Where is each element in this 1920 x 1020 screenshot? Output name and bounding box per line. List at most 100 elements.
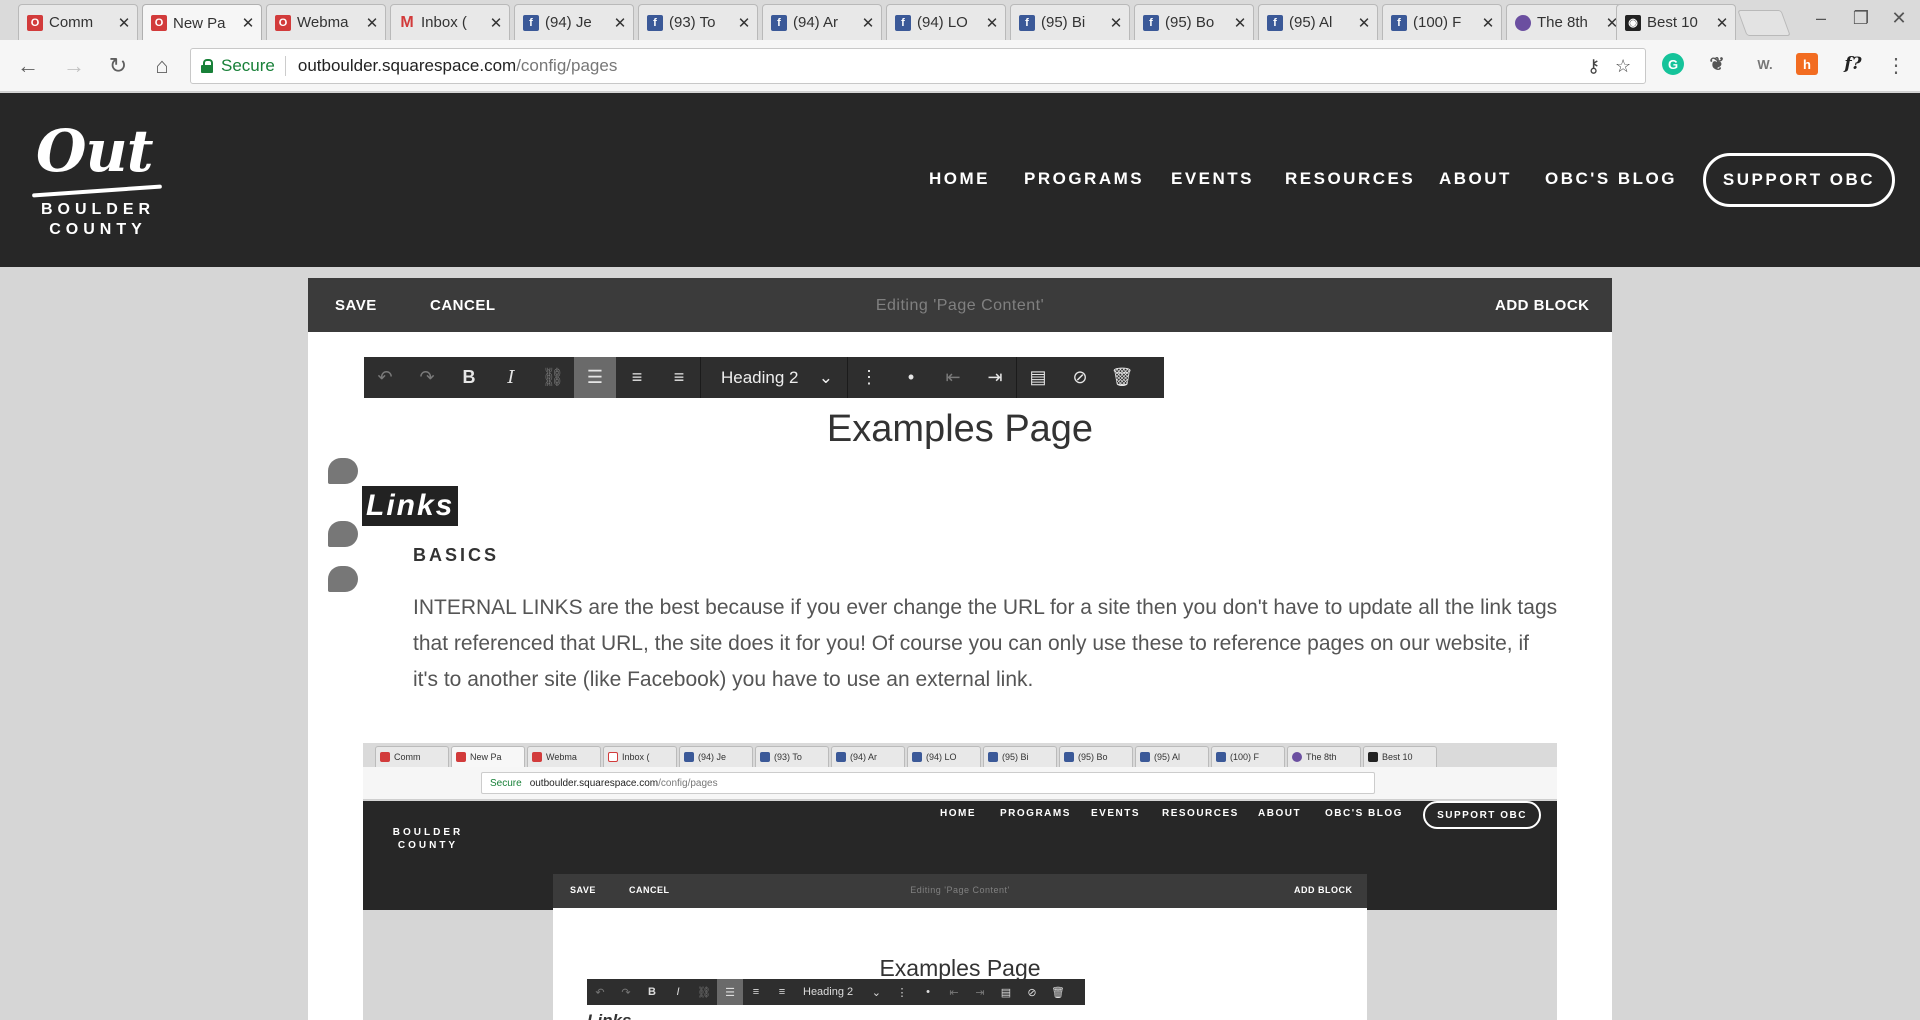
evernote-icon[interactable]: ❦ — [1706, 53, 1728, 75]
bold-icon[interactable]: B — [448, 357, 490, 398]
restore-icon[interactable]: ❐ — [1846, 8, 1876, 29]
embedded-tab: (93) To — [755, 746, 829, 767]
browser-tab[interactable]: f (94) Ar ✕ — [762, 4, 882, 40]
align-center-icon[interactable]: ≡ — [616, 357, 658, 398]
back-icon[interactable]: ← — [14, 52, 42, 80]
browser-tab[interactable]: f (95) Bi ✕ — [1010, 4, 1130, 40]
close-icon[interactable]: ✕ — [365, 14, 379, 32]
numbered-list-icon[interactable]: ⋮ — [848, 357, 890, 398]
nav-programs[interactable]: PROGRAMS — [1024, 169, 1144, 189]
reload-icon[interactable]: ↻ — [104, 52, 132, 80]
links-heading-selected[interactable]: Links — [362, 486, 459, 526]
nav-events[interactable]: EVENTS — [1171, 169, 1254, 189]
logo-line1: BOULDER — [40, 201, 156, 218]
nav-obcs-blog[interactable]: OBC'S BLOG — [1545, 169, 1677, 189]
menu-icon[interactable]: ⋮ — [1882, 52, 1910, 80]
key-icon[interactable]: ⚷ — [1587, 56, 1600, 77]
home-icon[interactable]: ⌂ — [148, 52, 176, 80]
browser-tab[interactable]: ◉ Best 10 ✕ — [1616, 4, 1736, 40]
italic-icon[interactable]: I — [490, 357, 532, 398]
nav-about[interactable]: ABOUT — [1439, 169, 1512, 189]
star-icon[interactable]: ☆ — [1615, 56, 1631, 77]
browser-tab[interactable]: f (94) LO ✕ — [886, 4, 1006, 40]
browser-tab[interactable]: f (93) To ✕ — [638, 4, 758, 40]
basics-heading[interactable]: BASICS — [413, 545, 499, 566]
facebook-icon — [760, 752, 770, 762]
paste-text-icon[interactable]: ▤ — [1017, 357, 1059, 398]
close-icon[interactable]: ✕ — [489, 14, 503, 32]
formula-icon[interactable]: f? — [1838, 53, 1868, 75]
browser-tab[interactable]: f (95) Al ✕ — [1258, 4, 1378, 40]
wappalyzer-icon[interactable]: W. — [1750, 53, 1780, 75]
close-icon[interactable]: ✕ — [241, 14, 255, 32]
redo-icon[interactable]: ↷ — [406, 357, 448, 398]
block-drag-handle[interactable] — [328, 458, 358, 484]
cancel-button[interactable]: CANCEL — [430, 297, 496, 314]
link-icon[interactable]: ⛓ — [532, 357, 574, 398]
close-icon[interactable]: ✕ — [1109, 14, 1123, 32]
out-boulder-favicon — [532, 752, 542, 762]
forward-icon[interactable]: → — [60, 52, 88, 80]
close-icon[interactable]: ✕ — [1233, 14, 1247, 32]
italic-icon: I — [676, 986, 680, 998]
browser-tab[interactable]: O Comm ✕ — [18, 4, 138, 40]
undo-icon[interactable]: ↶ — [364, 357, 406, 398]
gmail-icon: M — [400, 13, 414, 31]
align-right-icon[interactable]: ≡ — [658, 357, 700, 398]
facebook-icon: f — [771, 14, 787, 31]
embedded-nav-item: RESOURCES — [1162, 808, 1239, 819]
close-icon[interactable]: ✕ — [985, 14, 999, 32]
align-left-icon[interactable]: ☰ — [574, 357, 616, 398]
outdent-icon[interactable]: ⇤ — [932, 357, 974, 398]
editing-title: Editing 'Page Content' — [875, 297, 1045, 314]
close-icon[interactable]: ✕ — [1357, 14, 1371, 32]
honey-icon[interactable]: h — [1796, 53, 1818, 75]
nav-resources[interactable]: RESOURCES — [1285, 169, 1415, 189]
save-button[interactable]: SAVE — [335, 297, 377, 314]
browser-tab-active[interactable]: O New Pa ✕ — [142, 4, 262, 41]
site-header: Out BOULDER COUNTY HOME PROGRAMS EVENTS … — [0, 93, 1920, 267]
align-center-icon: ≡ — [752, 986, 760, 998]
support-obc-button[interactable]: SUPPORT OBC — [1703, 153, 1895, 207]
browser-tab[interactable]: M Inbox (✕ — [390, 4, 510, 40]
browser-tab[interactable]: O Webma ✕ — [266, 4, 386, 40]
close-icon[interactable]: ✕ — [1481, 14, 1495, 32]
delete-icon: 🗑 — [1051, 986, 1065, 999]
add-block-button[interactable]: ADD BLOCK — [1495, 297, 1590, 314]
internal-links-paragraph[interactable]: INTERNAL LINKS are the best because if y… — [413, 590, 1559, 698]
address-bar[interactable]: Secure outboulder.squarespace.com/config… — [190, 48, 1646, 84]
heading-style-dropdown[interactable]: Heading 2 ⌄ — [701, 357, 847, 398]
undo-icon: ↶ — [595, 986, 605, 999]
embedded-screenshot-image[interactable]: Comm New Pa Webma Inbox ( (94) Je (93) T… — [363, 743, 1557, 1020]
minimize-icon[interactable]: – — [1806, 8, 1836, 29]
delete-icon[interactable]: 🗑 — [1101, 357, 1143, 398]
browser-tab[interactable]: f (94) Je ✕ — [514, 4, 634, 40]
close-window-icon[interactable]: ✕ — [1884, 8, 1914, 29]
browser-tab[interactable]: f (100) F ✕ — [1382, 4, 1502, 40]
embedded-secure-label: Secure — [490, 777, 522, 789]
block-drag-handle[interactable] — [328, 521, 358, 547]
bulleted-list-icon[interactable]: • — [890, 357, 932, 398]
logo-line2: COUNTY — [49, 221, 147, 238]
embedded-tab-label: (95) Bi — [1002, 752, 1029, 762]
secure-label: Secure — [221, 56, 275, 75]
embedded-nav-item: PROGRAMS — [1000, 808, 1071, 819]
block-drag-handle[interactable] — [328, 566, 358, 592]
embedded-tab: Inbox ( — [603, 746, 677, 767]
embedded-tabstrip: Comm New Pa Webma Inbox ( (94) Je (93) T… — [363, 743, 1557, 767]
close-icon[interactable]: ✕ — [1715, 14, 1729, 32]
new-tab-button[interactable] — [1737, 10, 1791, 36]
grammarly-icon[interactable]: G — [1662, 53, 1684, 75]
browser-tab[interactable]: f (95) Bo ✕ — [1134, 4, 1254, 40]
site-logo[interactable]: Out BOULDER COUNTY — [28, 117, 173, 247]
page-title[interactable]: Examples Page — [308, 408, 1612, 451]
browser-tab[interactable]: The 8th ✕ — [1506, 4, 1626, 40]
browser-tabstrip: O Comm ✕ O New Pa ✕ O Webma ✕ M Inbox (✕ f (94) … — [0, 0, 1920, 41]
clear-format-icon[interactable]: ⊘ — [1059, 357, 1101, 398]
close-icon[interactable]: ✕ — [861, 14, 875, 32]
nav-home[interactable]: HOME — [929, 169, 990, 189]
close-icon[interactable]: ✕ — [117, 14, 131, 32]
indent-icon[interactable]: ⇥ — [974, 357, 1016, 398]
close-icon[interactable]: ✕ — [613, 14, 627, 32]
close-icon[interactable]: ✕ — [737, 14, 751, 32]
